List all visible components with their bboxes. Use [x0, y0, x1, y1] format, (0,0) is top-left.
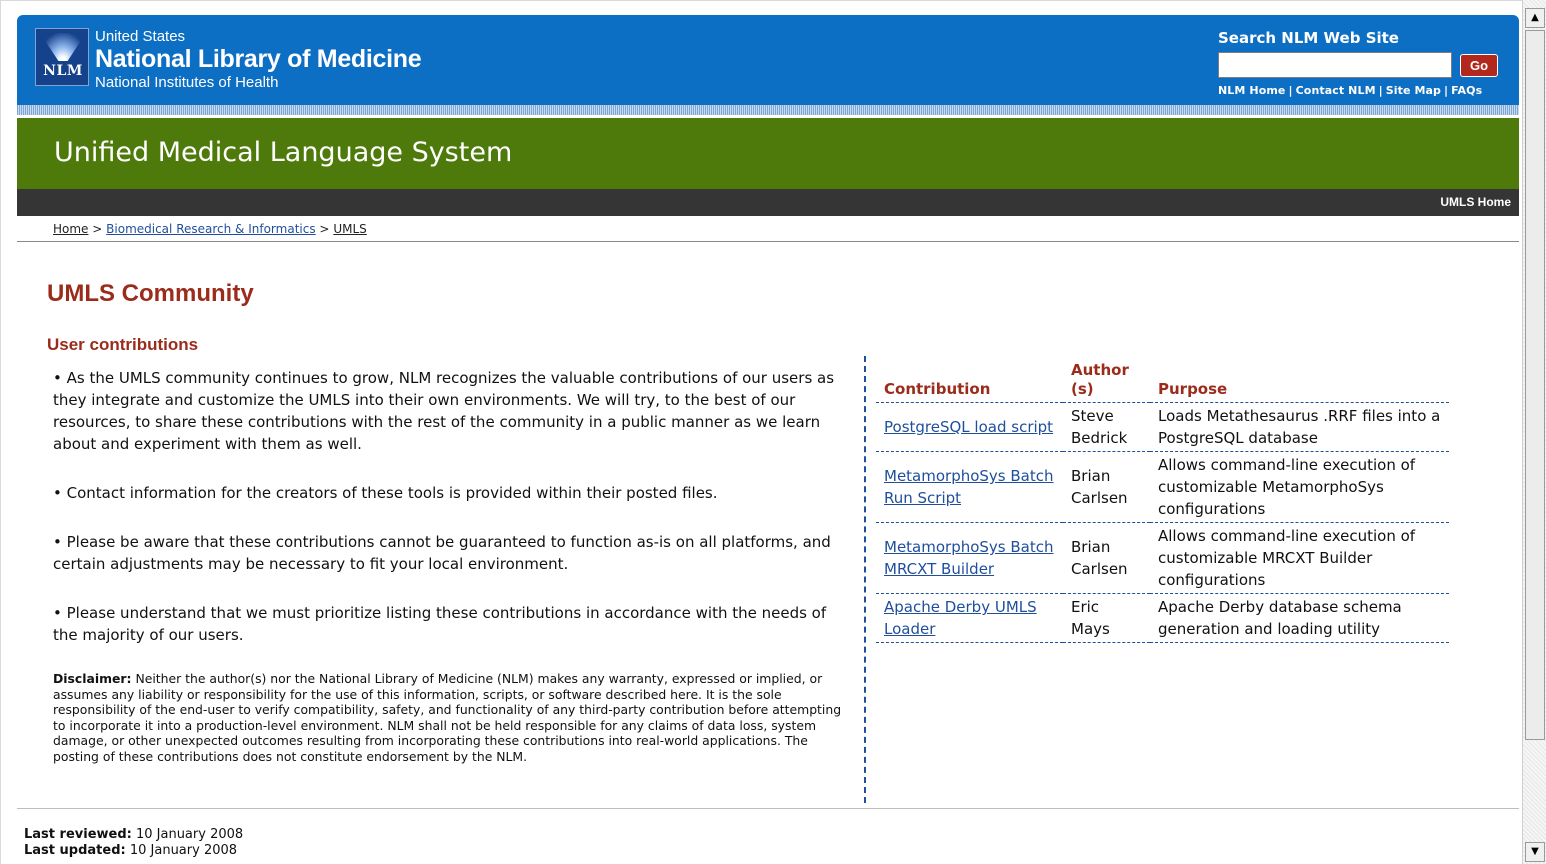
cell-contribution: PostgreSQL load script [876, 402, 1063, 452]
nav-bar: UMLS Home [17, 189, 1519, 216]
section-title: User contributions [47, 335, 199, 354]
cell-contribution: MetamorphoSys Batch MRCXT Builder [876, 522, 1063, 594]
intro-paragraph: • Please understand that we must priorit… [53, 604, 827, 644]
intro-paragraph: • Contact information for the creators o… [53, 484, 718, 502]
col-header-purpose: Purpose [1150, 361, 1449, 403]
breadcrumb-umls[interactable]: UMLS [333, 222, 366, 236]
last-reviewed: Last reviewed: 10 January 2008 [24, 827, 243, 843]
contribution-link[interactable]: MetamorphoSys Batch Run Script [884, 467, 1054, 507]
cell-purpose: Allows command-line execution of customi… [1150, 522, 1449, 594]
top-links: NLM Home | Contact NLM | Site Map | FAQs [1218, 84, 1482, 97]
breadcrumb: Home > Biomedical Research & Informatics… [53, 222, 367, 236]
search-title: Search NLM Web Site [1218, 29, 1399, 47]
contribution-link[interactable]: MetamorphoSys Batch MRCXT Builder [884, 538, 1054, 578]
link-faqs[interactable]: FAQs [1451, 84, 1482, 97]
intro-paragraph: • As the UMLS community continues to gro… [53, 369, 835, 453]
last-reviewed-date: 10 January 2008 [131, 827, 244, 842]
table-row: PostgreSQL load script Steve Bedrick Loa… [876, 402, 1449, 452]
page-footer: Last reviewed: 10 January 2008 Last upda… [24, 827, 243, 859]
scrollbar-thumb[interactable] [1525, 30, 1545, 740]
contribution-link[interactable]: Apache Derby UMLS Loader [884, 598, 1037, 638]
header-stripe [17, 105, 1519, 115]
browser-page: NLM United States National Library of Me… [0, 0, 1522, 864]
col-header-author: Author (s) [1063, 361, 1150, 403]
last-updated-label: Last updated: [24, 843, 126, 858]
disclaimer-text: Neither the author(s) nor the National L… [53, 671, 842, 764]
link-separator: | [1444, 84, 1449, 97]
logo-text: NLM [43, 63, 83, 79]
column-divider [864, 356, 866, 803]
cell-purpose: Allows command-line execution of customi… [1150, 451, 1449, 523]
breadcrumb-research[interactable]: Biomedical Research & Informatics [106, 222, 315, 236]
contributions-table: Contribution Author (s) Purpose PostgreS… [876, 361, 1449, 643]
page-title: UMLS Community [47, 280, 254, 307]
intro-text: • As the UMLS community continues to gro… [53, 367, 838, 673]
logo-rays-icon [40, 33, 86, 61]
nlm-header: NLM United States National Library of Me… [17, 15, 1519, 105]
breadcrumb-divider [17, 241, 1519, 242]
table-row: Apache Derby UMLS Loader Eric Mays Apach… [876, 593, 1449, 643]
nlm-logo[interactable]: NLM [35, 28, 89, 86]
last-updated-date: 10 January 2008 [125, 843, 238, 858]
disclaimer-label: Disclaimer: [53, 671, 132, 686]
cell-purpose: Loads Metathesaurus .RRF files into a Po… [1150, 402, 1449, 452]
contribution-link[interactable]: PostgreSQL load script [884, 418, 1053, 436]
cell-contribution: MetamorphoSys Batch Run Script [876, 451, 1063, 523]
breadcrumb-home[interactable]: Home [53, 222, 88, 236]
intro-paragraph: • Please be aware that these contributio… [53, 533, 831, 573]
last-reviewed-label: Last reviewed: [24, 827, 132, 842]
col-header-contribution: Contribution [876, 361, 1063, 403]
table-row: MetamorphoSys Batch MRCXT Builder Brian … [876, 522, 1449, 594]
link-contact-nlm[interactable]: Contact NLM [1296, 84, 1376, 97]
cell-contribution: Apache Derby UMLS Loader [876, 593, 1063, 643]
search-input[interactable] [1218, 52, 1452, 78]
cell-author: Eric Mays [1063, 593, 1150, 643]
umls-home-link[interactable]: UMLS Home [1440, 195, 1511, 209]
cell-purpose: Apache Derby database schema generation … [1150, 593, 1449, 643]
org-parent: National Institutes of Health [95, 74, 279, 91]
umls-banner: Unified Medical Language System [17, 118, 1519, 189]
scroll-up-arrow-icon[interactable]: ▲ [1525, 8, 1545, 28]
disclaimer: Disclaimer: Neither the author(s) nor th… [53, 671, 848, 764]
table-header-row: Contribution Author (s) Purpose [876, 361, 1449, 403]
breadcrumb-separator: > [319, 222, 330, 236]
footer-divider [17, 808, 1519, 809]
cell-author: Brian Carlsen [1063, 451, 1150, 523]
cell-author: Brian Carlsen [1063, 522, 1150, 594]
org-name[interactable]: National Library of Medicine [95, 45, 422, 74]
go-button[interactable]: Go [1460, 54, 1498, 77]
org-country: United States [95, 28, 186, 45]
table-row: MetamorphoSys Batch Run Script Brian Car… [876, 451, 1449, 523]
link-separator: | [1378, 84, 1383, 97]
link-nlm-home[interactable]: NLM Home [1218, 84, 1285, 97]
last-updated: Last updated: 10 January 2008 [24, 843, 243, 859]
cell-author: Steve Bedrick [1063, 402, 1150, 452]
scroll-down-arrow-icon[interactable]: ▼ [1525, 842, 1545, 862]
banner-title: Unified Medical Language System [54, 137, 513, 168]
link-site-map[interactable]: Site Map [1386, 84, 1441, 97]
vertical-scrollbar[interactable]: ▲ ▼ [1522, 0, 1546, 864]
link-separator: | [1288, 84, 1293, 97]
breadcrumb-separator: > [92, 222, 103, 236]
